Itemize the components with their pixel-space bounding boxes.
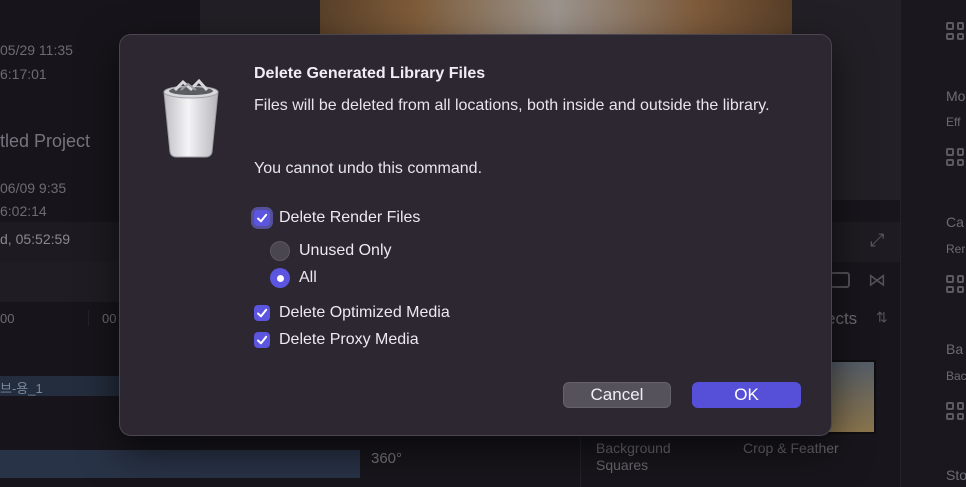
dialog-warning: You cannot undo this command. [254, 160, 483, 177]
all-label[interactable]: All [299, 269, 317, 287]
delete-render-files-label[interactable]: Delete Render Files [279, 209, 420, 227]
delete-proxy-media-label[interactable]: Delete Proxy Media [279, 331, 419, 349]
ok-button[interactable]: OK [692, 382, 801, 408]
dialog-message: Files will be deleted from all locations… [254, 97, 770, 114]
delete-generated-files-dialog: Delete Generated Library Files Files wil… [119, 34, 832, 436]
unused-only-option[interactable]: Unused Only [270, 241, 392, 261]
delete-proxy-media-checkbox[interactable] [254, 332, 270, 348]
checkmark-icon [257, 213, 268, 223]
checkmark-icon [257, 308, 268, 318]
delete-proxy-media-option[interactable]: Delete Proxy Media [254, 331, 419, 349]
delete-optimized-media-label[interactable]: Delete Optimized Media [279, 304, 450, 322]
cancel-button[interactable]: Cancel [563, 382, 671, 408]
all-radio[interactable] [270, 268, 290, 288]
unused-only-radio[interactable] [270, 241, 290, 261]
all-option[interactable]: All [270, 268, 317, 288]
delete-optimized-media-option[interactable]: Delete Optimized Media [254, 304, 450, 322]
radio-dot-icon [276, 274, 284, 282]
unused-only-label[interactable]: Unused Only [299, 242, 392, 260]
delete-render-files-option[interactable]: Delete Render Files [254, 209, 420, 227]
dialog-title: Delete Generated Library Files [254, 65, 486, 82]
trash-can-icon [161, 78, 221, 158]
checkmark-icon [257, 335, 268, 345]
delete-optimized-media-checkbox[interactable] [254, 305, 270, 321]
delete-render-files-checkbox[interactable] [254, 210, 270, 226]
